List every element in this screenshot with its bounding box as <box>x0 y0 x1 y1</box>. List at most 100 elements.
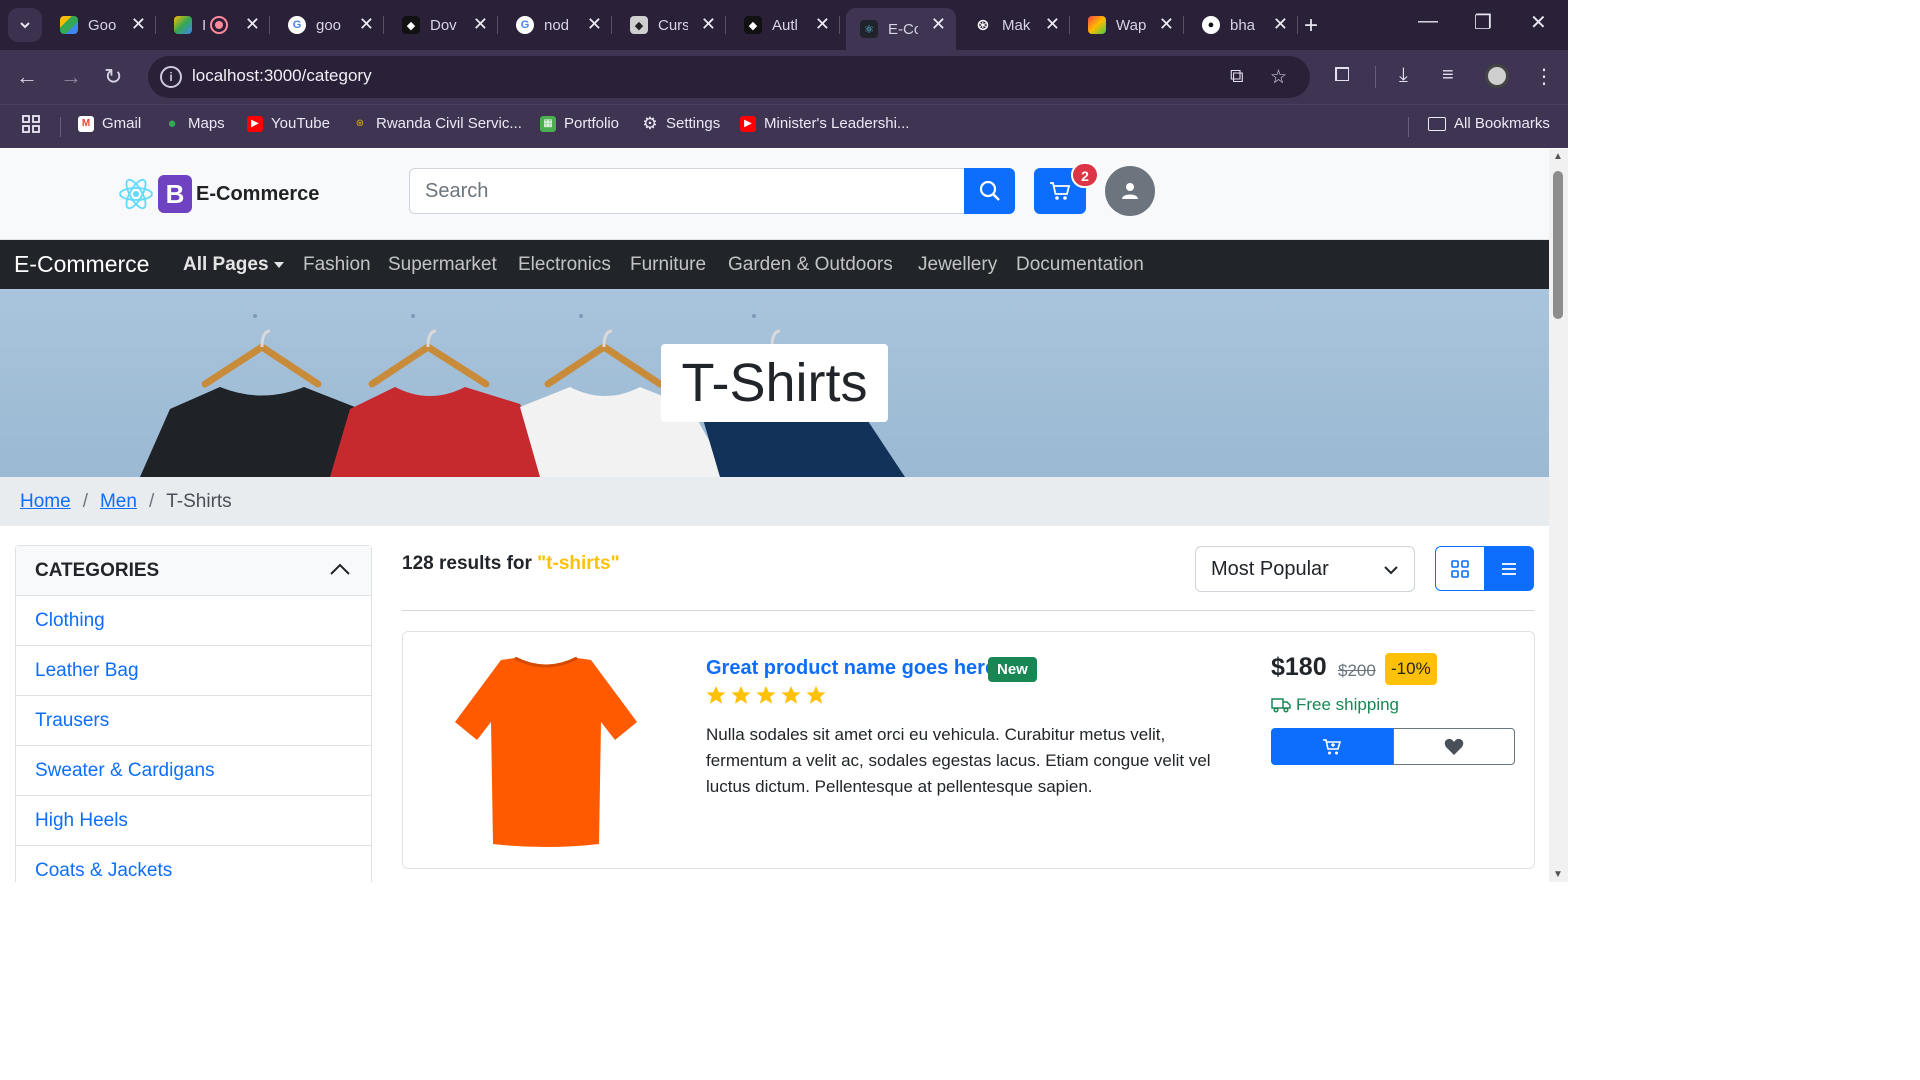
extensions-icon[interactable]: ⧠ <box>1334 64 1350 87</box>
search-input[interactable] <box>409 168 965 214</box>
search-button[interactable] <box>964 168 1015 214</box>
reload-icon[interactable]: ↻ <box>104 64 122 90</box>
nav-item-documentation[interactable]: Documentation <box>1016 254 1144 276</box>
browser-tab[interactable]: ◆ Curs ✕ <box>616 8 726 42</box>
category-item-coats-jackets[interactable]: Coats & Jackets <box>16 846 371 882</box>
browser-tab[interactable]: Goo ✕ <box>46 8 156 42</box>
grid-view-button[interactable] <box>1435 546 1485 591</box>
bookmark-rwanda-civil-service[interactable]: ⊛ Rwanda Civil Servic... <box>352 115 522 132</box>
breadcrumb-link-home[interactable]: Home <box>20 491 71 513</box>
close-icon[interactable]: ✕ <box>131 14 146 35</box>
category-item-clothing[interactable]: Clothing <box>16 596 371 646</box>
browser-tab[interactable]: ● bha ✕ <box>1188 8 1298 42</box>
tab-search-button[interactable] <box>8 8 42 42</box>
bookmark-maps[interactable]: ● Maps <box>164 115 224 132</box>
results-query: "t-shirts" <box>537 553 620 574</box>
close-window-icon[interactable]: ✕ <box>1530 10 1547 35</box>
category-item-leather-bag[interactable]: Leather Bag <box>16 646 371 696</box>
forward-arrow-icon[interactable]: → <box>60 64 82 90</box>
bookmark-youtube[interactable]: ▶ YouTube <box>247 115 330 132</box>
breadcrumb-link-men[interactable]: Men <box>100 491 137 513</box>
shipping-info: Free shipping <box>1271 695 1399 715</box>
bookmark-gmail[interactable]: M Gmail <box>78 115 141 132</box>
star-icon <box>806 685 826 704</box>
scroll-down-arrow-icon[interactable]: ▼ <box>1553 869 1563 880</box>
list-view-button[interactable] <box>1484 546 1534 591</box>
bookmark-label: Minister's Leadershi... <box>764 115 910 132</box>
bookmark-label: Gmail <box>102 115 142 132</box>
user-account-button[interactable] <box>1105 166 1155 216</box>
close-icon[interactable]: ✕ <box>473 14 488 35</box>
maps-pin-icon: ● <box>167 115 177 132</box>
browser-tab[interactable]: I ✕ <box>160 8 270 42</box>
google-drive-icon <box>60 16 78 34</box>
browser-tab[interactable]: ◆ Autl ✕ <box>730 8 840 42</box>
close-icon[interactable]: ✕ <box>359 14 374 35</box>
apps-grid-icon[interactable] <box>22 115 40 133</box>
add-to-cart-button[interactable] <box>1271 728 1393 765</box>
nav-item-fashion[interactable]: Fashion <box>303 254 371 276</box>
restore-icon[interactable]: ❐ <box>1474 10 1492 35</box>
browser-tab[interactable]: ⊛ Mak ✕ <box>960 8 1070 42</box>
category-item-high-heels[interactable]: High Heels <box>16 796 371 846</box>
star-icon <box>756 685 776 704</box>
close-icon[interactable]: ✕ <box>931 14 946 35</box>
all-bookmarks-button[interactable]: All Bookmarks <box>1428 115 1550 132</box>
browser-tab[interactable]: Wap ✕ <box>1074 8 1184 42</box>
gmail-icon: M <box>78 115 94 132</box>
product-image[interactable] <box>453 652 639 848</box>
browser-tab-active[interactable]: ⚛ E-Cc ✕ <box>846 8 956 50</box>
nav-item-supermarket[interactable]: Supermarket <box>388 254 497 276</box>
browser-tab[interactable]: G nod ✕ <box>502 8 612 42</box>
close-icon[interactable]: ✕ <box>1273 14 1288 35</box>
nav-brand[interactable]: E-Commerce <box>14 251 149 278</box>
chevron-up-icon[interactable] <box>329 559 351 581</box>
close-icon[interactable]: ✕ <box>245 14 260 35</box>
cursor-icon: ◆ <box>402 16 420 34</box>
back-arrow-icon[interactable]: ← <box>16 64 38 90</box>
list-icon <box>1502 562 1516 575</box>
minimize-icon[interactable]: — <box>1418 10 1438 33</box>
url-field[interactable]: i localhost:3000/category ⧉ ☆ <box>148 56 1310 98</box>
close-icon[interactable]: ✕ <box>701 14 716 35</box>
category-item-trausers[interactable]: Trausers <box>16 696 371 746</box>
address-bar: ← → ↻ i localhost:3000/category ⧉ ☆ ⧠ ⤓ … <box>0 50 1568 104</box>
close-icon[interactable]: ✕ <box>587 14 602 35</box>
scroll-up-arrow-icon[interactable]: ▲ <box>1553 151 1563 162</box>
nav-item-jewellery[interactable]: Jewellery <box>918 254 997 276</box>
bookmark-ministers-leadership[interactable]: ▶ Minister's Leadershi... <box>740 115 909 132</box>
media-controls-icon[interactable]: ≡ <box>1442 64 1454 87</box>
categories-title: CATEGORIES <box>35 559 160 581</box>
scrollbar-thumb[interactable] <box>1553 171 1563 319</box>
close-icon[interactable]: ✕ <box>1045 14 1060 35</box>
bookmark-settings[interactable]: ⚙ Settings <box>642 114 720 133</box>
profile-avatar[interactable] <box>1485 64 1509 88</box>
browser-tab-bar: Goo ✕ I ✕ G goo ✕ ◆ Dov ✕ G nod ✕ ◆ Curs… <box>0 0 1568 50</box>
bookmark-portfolio[interactable]: ▦ Portfolio <box>540 115 619 132</box>
sort-select[interactable]: Most Popular <box>1195 546 1415 592</box>
shipping-text: Free shipping <box>1296 695 1400 714</box>
nav-item-furniture[interactable]: Furniture <box>630 254 706 276</box>
heart-icon <box>1444 738 1464 755</box>
categories-header[interactable]: CATEGORIES <box>16 546 371 596</box>
add-to-wishlist-button[interactable] <box>1393 728 1515 765</box>
category-item-sweater-cardigans[interactable]: Sweater & Cardigans <box>16 746 371 796</box>
browser-tab[interactable]: ◆ Dov ✕ <box>388 8 498 42</box>
page-scrollbar[interactable]: ▲ ▼ <box>1549 149 1568 882</box>
site-info-icon[interactable]: i <box>160 66 182 88</box>
browser-tab[interactable]: G goo ✕ <box>274 8 384 42</box>
nav-item-garden-outdoors[interactable]: Garden & Outdoors <box>728 254 893 276</box>
site-logo[interactable]: B E-Commerce <box>118 175 319 213</box>
bookmark-label: YouTube <box>271 115 330 132</box>
product-title[interactable]: Great product name goes here <box>706 657 996 680</box>
new-tab-button[interactable]: + <box>1304 12 1318 40</box>
nav-item-all-pages[interactable]: All Pages <box>183 254 284 276</box>
close-icon[interactable]: ✕ <box>815 14 830 35</box>
download-icon[interactable]: ⤓ <box>1399 64 1408 87</box>
product-rating <box>705 684 827 706</box>
bookmark-star-icon[interactable]: ☆ <box>1270 66 1287 89</box>
install-app-icon[interactable]: ⧉ <box>1230 66 1244 88</box>
nav-item-electronics[interactable]: Electronics <box>518 254 611 276</box>
kebab-menu-icon[interactable]: ⋮ <box>1534 64 1554 89</box>
close-icon[interactable]: ✕ <box>1159 14 1174 35</box>
